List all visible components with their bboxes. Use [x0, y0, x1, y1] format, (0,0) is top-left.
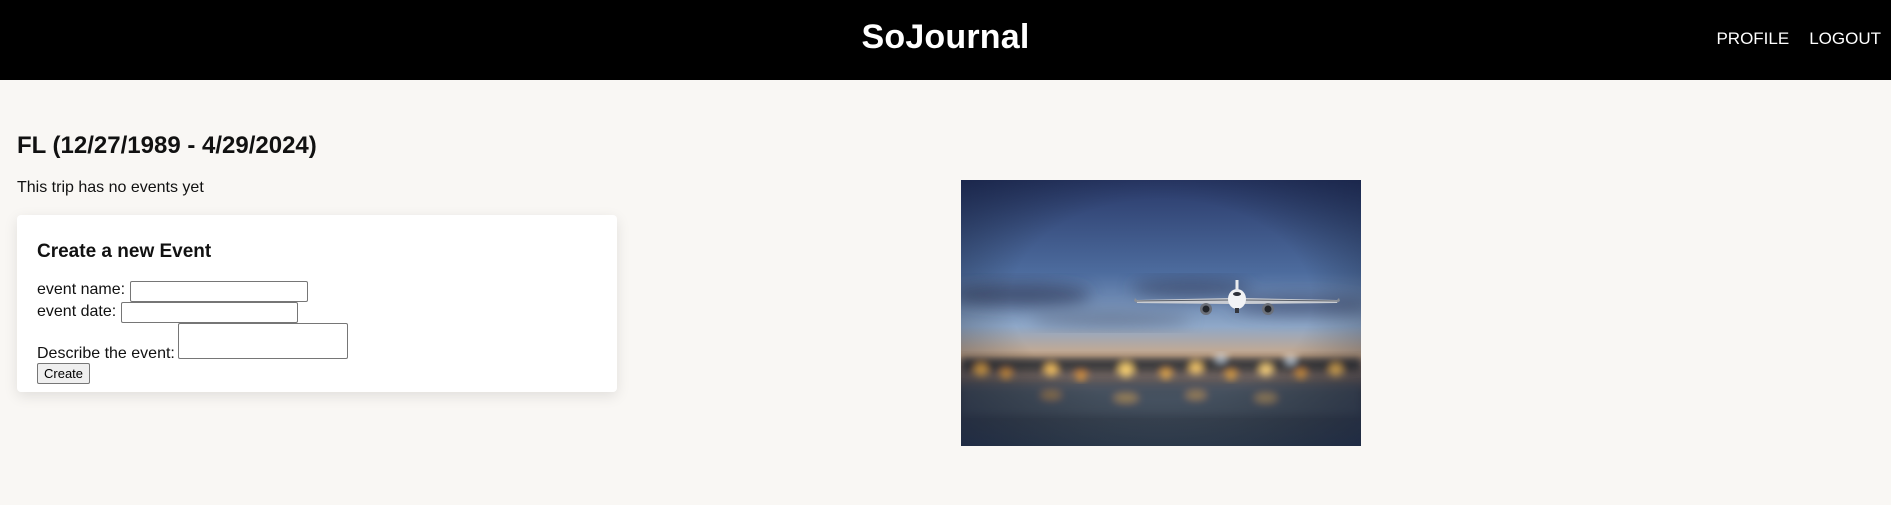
- brand-title[interactable]: SoJournal: [0, 18, 1891, 57]
- create-event-button[interactable]: Create: [37, 363, 91, 384]
- create-event-card: Create a new Event event name: event dat…: [17, 215, 617, 392]
- event-name-label: event name:: [37, 281, 126, 298]
- profile-link[interactable]: PROFILE: [1716, 29, 1789, 49]
- top-navbar: SoJournal PROFILE LOGOUT: [0, 0, 1891, 80]
- event-date-input[interactable]: [121, 302, 298, 323]
- trip-photo-airplane: [961, 180, 1361, 446]
- event-description-label: Describe the event:: [37, 345, 175, 362]
- event-date-label: event date:: [37, 303, 117, 320]
- event-name-input[interactable]: [130, 281, 308, 302]
- nav-links: PROFILE LOGOUT: [1716, 29, 1881, 49]
- create-event-title: Create a new Event: [37, 241, 212, 262]
- logout-link[interactable]: LOGOUT: [1809, 29, 1881, 49]
- event-description-input[interactable]: [178, 323, 348, 359]
- no-events-message: This trip has no events yet: [17, 179, 204, 196]
- trip-title: FL (12/27/1989 - 4/29/2024): [17, 132, 317, 159]
